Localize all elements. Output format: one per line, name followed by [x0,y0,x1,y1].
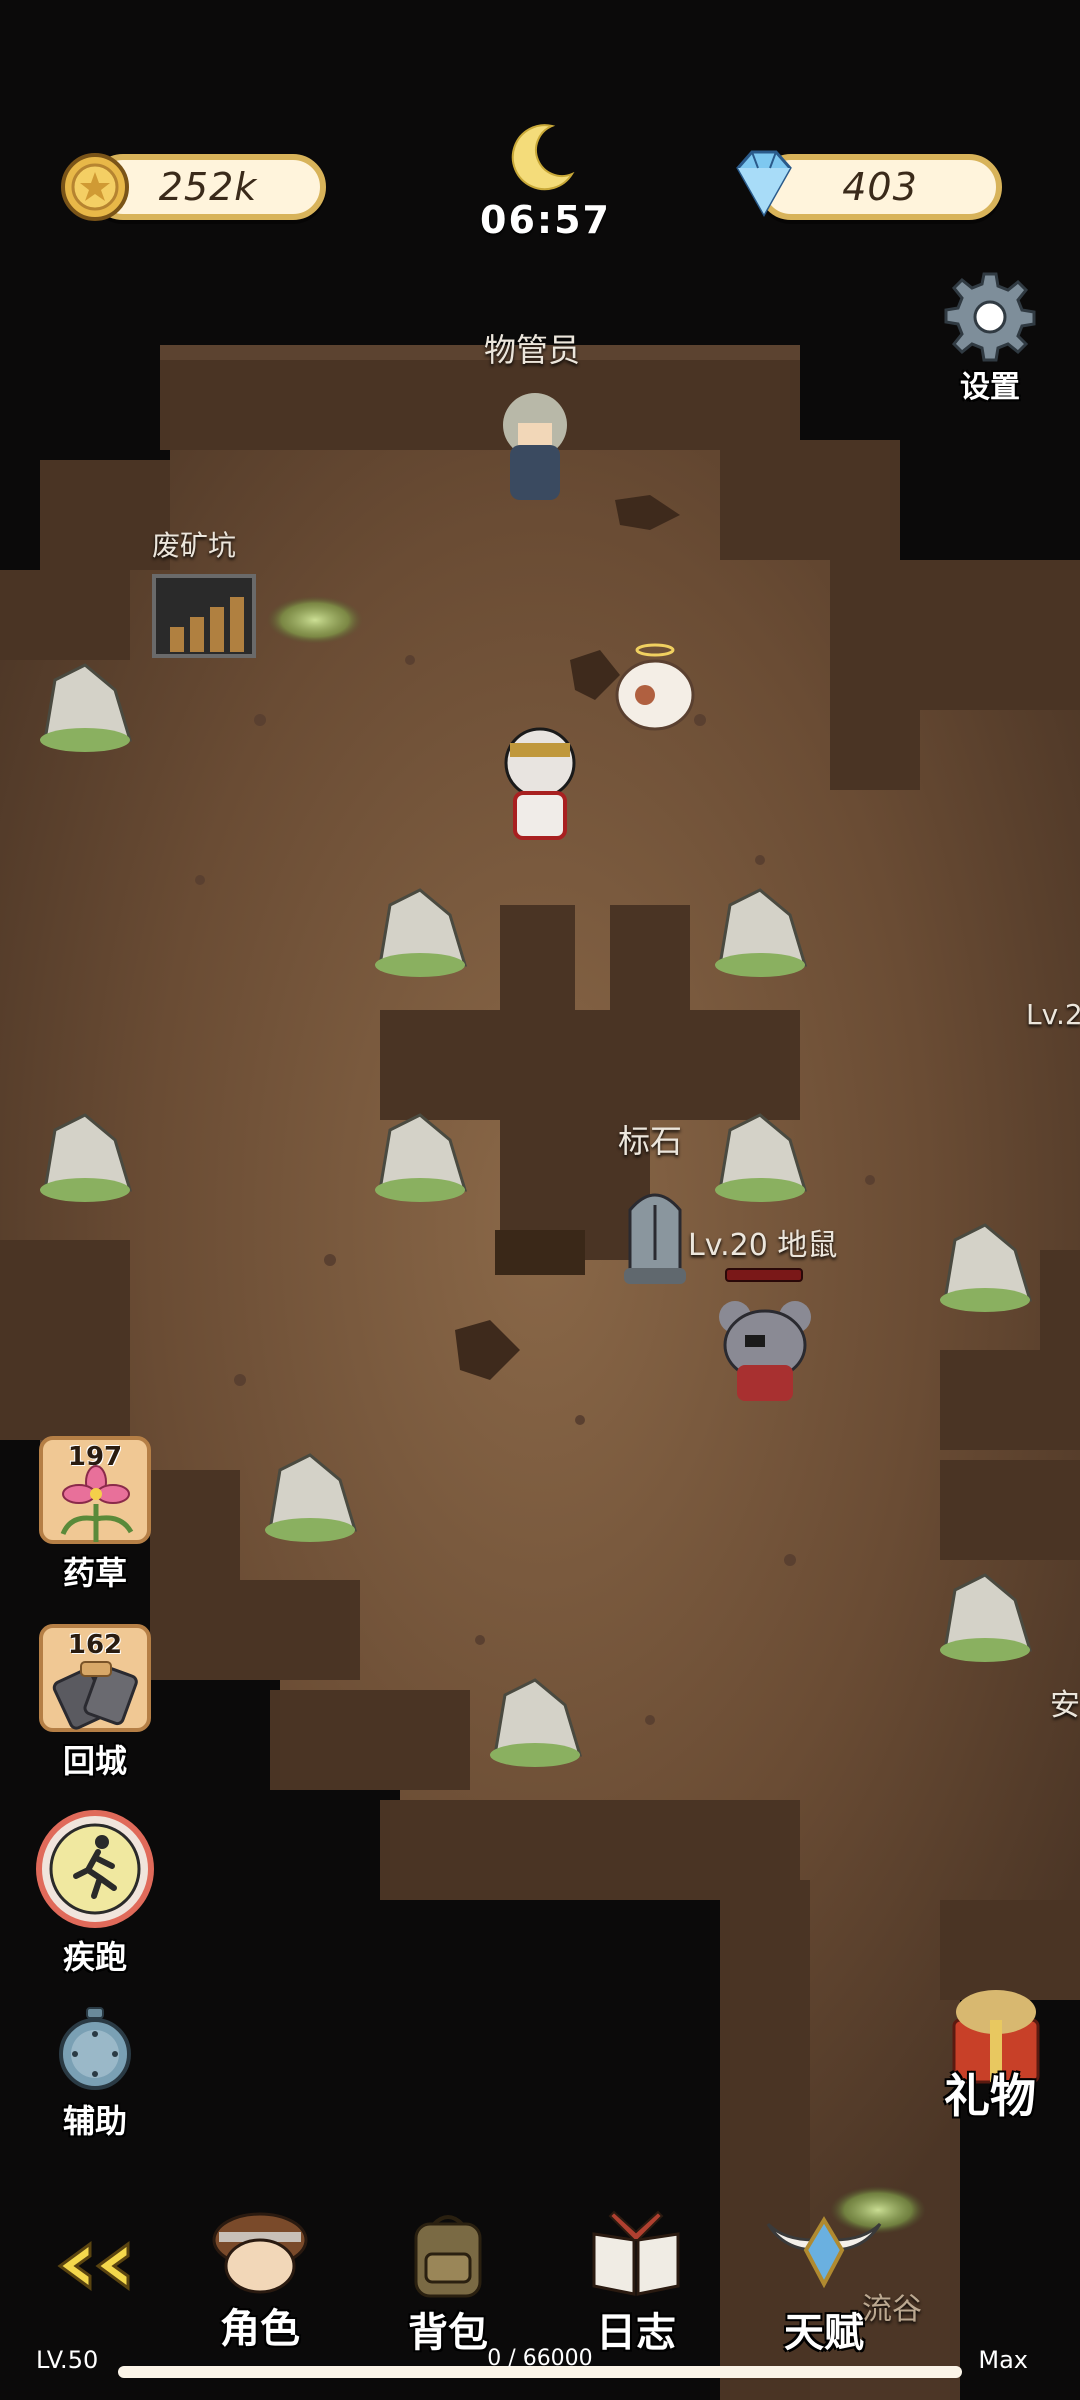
nav-journal[interactable]: 日志 [566,2210,706,2358]
herb-button[interactable]: 197 药草 [36,1436,154,1594]
scroll-icon [52,1661,138,1730]
marker-stone[interactable] [620,1180,690,1290]
enemy-hp-bar [725,1268,803,1282]
npc-name-label: 物管员 [484,331,581,369]
gold-value: 252k [158,165,258,209]
game-screen: 物管员 废矿坑 标石 Lv.20 地鼠 Lv.2 安 流谷 252k 403 0… [0,0,1080,2400]
stopwatch-icon [59,2007,131,2090]
ore-rock [40,663,133,752]
mine-entrance-icon[interactable] [150,572,260,662]
ore-rock [375,888,468,977]
xp-value: 0 / 66000 [487,2346,593,2371]
edge-enemy-label: Lv.2 [1026,998,1080,1031]
return-town-button[interactable]: 162 回城 [36,1624,154,1782]
gold-coin-icon [61,153,129,221]
ore-rock [940,1573,1033,1662]
ore-rock [40,1113,133,1202]
edge-npc-label: 安 [1050,1688,1080,1723]
herb-label: 药草 [62,1554,127,1592]
book-icon [592,2210,680,2296]
return-town-label: 回城 [62,1742,127,1780]
mine-label: 废矿坑 [152,529,237,562]
stone-label: 标石 [618,1122,683,1160]
game-clock: 06:57 [480,198,611,242]
gift-label[interactable]: 礼物 [944,2060,1036,2126]
enemy-name-label: Lv.20 地鼠 [688,1228,838,1263]
assist-label: 辅助 [62,2102,127,2140]
ore-rock [715,1113,808,1202]
player-character [504,727,576,840]
diamond-icon [736,150,792,218]
running-icon [36,1810,154,1928]
nav-talent[interactable]: 天赋 [754,2210,894,2358]
gem-value: 403 [842,165,918,209]
sprint-button[interactable]: 疾跑 [36,1810,154,1978]
herb-card: 197 [39,1436,151,1544]
ore-rock [715,888,808,977]
nav-backpack[interactable]: 背包 [378,2210,518,2358]
ore-rock [375,1113,468,1202]
moon-icon [511,124,575,191]
double-chevron-left-icon[interactable] [46,2236,142,2296]
ore-rock [490,1678,583,1767]
ghost-pet [615,643,695,731]
xp-max-label: Max [978,2346,1028,2374]
backpack-icon [414,2215,482,2298]
experience-bar: LV.50 0 / 66000 Max [0,2346,1080,2386]
flower-icon [60,1465,134,1542]
nav-character[interactable]: 角色 [190,2210,330,2354]
assist-button[interactable]: 辅助 [36,2006,154,2142]
sprint-label: 疾跑 [62,1938,127,1976]
settings-button[interactable]: 设置 [940,270,1040,406]
enemy-mole[interactable] [715,1295,815,1405]
ore-rock [940,1223,1033,1312]
gear-icon [944,272,1036,362]
winged-gem-icon [766,2216,882,2289]
ore-rock [265,1453,358,1542]
character-portrait-icon [212,2212,308,2294]
npc-keeper[interactable] [490,385,580,505]
day-time-indicator: 06:57 [480,118,611,242]
settings-label: 设置 [960,370,1020,405]
return-town-card: 162 [39,1624,151,1732]
